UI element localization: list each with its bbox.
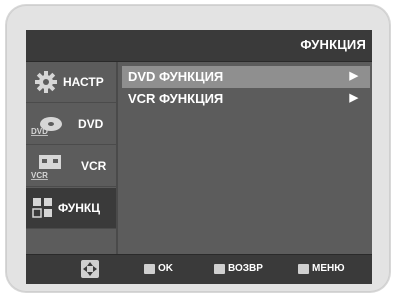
enter-key-icon <box>144 264 155 274</box>
function-menu: DVD ФУНКЦИЯ ▶ VCR ФУНКЦИЯ ▶ <box>118 62 372 254</box>
sidebar-empty-slot <box>26 230 116 254</box>
sidebar-item-dvd[interactable]: DVD DVD <box>26 104 116 145</box>
menu-hint-label: МЕНЮ <box>312 263 345 274</box>
chevron-right-icon: ▶ <box>349 92 358 104</box>
title-bar: ФУНКЦИЯ <box>26 30 372 62</box>
sidebar-item-label: VCR <box>81 159 107 173</box>
vcr-cassette-icon: VCR <box>30 154 64 185</box>
menu-item-label: VCR ФУНКЦИЯ <box>128 91 224 106</box>
menu-key-icon <box>298 264 309 274</box>
menu-item-vcr-function[interactable]: VCR ФУНКЦИЯ ▶ <box>122 88 370 110</box>
key-hint-bar: OK ВОЗВР МЕНЮ <box>26 254 372 284</box>
vcr-icon-text: VCR <box>31 171 48 180</box>
back-hint-label: ВОЗВР <box>228 263 263 274</box>
dvd-disc-icon: DVD <box>30 114 64 141</box>
page-title: ФУНКЦИЯ <box>300 37 366 52</box>
menu-item-label: DVD ФУНКЦИЯ <box>128 69 224 84</box>
sidebar-item-function[interactable]: ФУНКЦ <box>26 188 116 229</box>
sidebar-item-label: DVD <box>78 117 104 131</box>
dvd-icon-text: DVD <box>31 127 48 136</box>
sidebar: НАСТР DVD DVD VCR VCR ФУНКЦ <box>26 62 116 254</box>
menu-item-dvd-function[interactable]: DVD ФУНКЦИЯ ▶ <box>122 66 370 88</box>
function-grid-icon <box>32 197 56 224</box>
sidebar-item-setup[interactable]: НАСТР <box>26 62 116 103</box>
chevron-right-icon: ▶ <box>349 70 358 82</box>
sidebar-item-label: НАСТР <box>63 75 104 89</box>
dpad-navigate-icon <box>81 260 99 283</box>
gear-icon <box>35 71 57 98</box>
osd-screen: ФУНКЦИЯ НАСТР DVD DVD VCR VCR ФУНКЦ DVD … <box>26 30 372 284</box>
return-key-icon <box>214 264 225 274</box>
sidebar-item-vcr[interactable]: VCR VCR <box>26 146 116 187</box>
sidebar-item-label: ФУНКЦ <box>58 201 101 215</box>
ok-hint-label: OK <box>158 263 173 274</box>
